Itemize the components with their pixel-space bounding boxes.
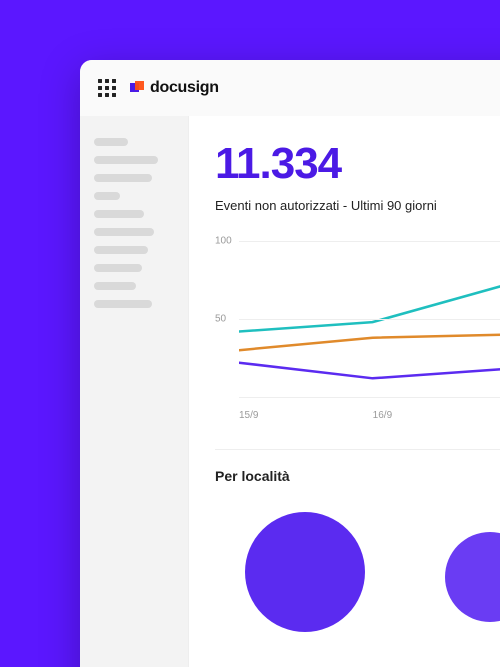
bubble-small bbox=[445, 532, 500, 622]
chart-y-tick: 50 bbox=[215, 314, 226, 325]
sidebar-skeleton-line bbox=[94, 246, 148, 254]
chart-series-purple bbox=[239, 363, 500, 379]
sidebar-skeleton-line bbox=[94, 156, 158, 164]
bubble-large bbox=[245, 512, 365, 632]
brand-mark-icon bbox=[130, 81, 144, 95]
sidebar-skeleton-line bbox=[94, 282, 136, 290]
sidebar bbox=[80, 116, 188, 667]
app-window: docusign 11.334 Eventi non autorizzati -… bbox=[80, 60, 500, 667]
chart-y-tick: 100 bbox=[215, 236, 232, 247]
chart-x-tick: 15/9 bbox=[239, 410, 373, 421]
apps-grid-icon[interactable] bbox=[98, 79, 116, 97]
sidebar-skeleton-line bbox=[94, 264, 142, 272]
sidebar-skeleton-line bbox=[94, 192, 120, 200]
sidebar-skeleton-line bbox=[94, 138, 128, 146]
sidebar-skeleton-line bbox=[94, 174, 152, 182]
sidebar-skeleton-line bbox=[94, 210, 144, 218]
brand-logo[interactable]: docusign bbox=[130, 79, 219, 97]
chart-gridline bbox=[239, 241, 500, 242]
main-content: 11.334 Eventi non autorizzati - Ultimi 9… bbox=[188, 116, 500, 667]
per-localita-title: Per località bbox=[215, 468, 500, 484]
brand-name: docusign bbox=[150, 79, 219, 97]
chart-gridline bbox=[239, 319, 500, 320]
per-localita-card: Per località bbox=[215, 449, 500, 642]
metric-value: 11.334 bbox=[215, 142, 500, 186]
events-line-chart: 15/916/917/9 10050 bbox=[215, 241, 500, 421]
chart-x-ticks: 15/916/917/9 bbox=[239, 410, 500, 421]
chart-x-tick: 16/9 bbox=[373, 410, 500, 421]
body: 11.334 Eventi non autorizzati - Ultimi 9… bbox=[80, 116, 500, 667]
sidebar-skeleton-line bbox=[94, 228, 154, 236]
sidebar-skeleton-line bbox=[94, 300, 152, 308]
metric-subtitle: Eventi non autorizzati - Ultimi 90 giorn… bbox=[215, 198, 500, 213]
chart-series-orange bbox=[239, 300, 500, 350]
topbar: docusign bbox=[80, 60, 500, 116]
bubble-chart bbox=[215, 502, 500, 642]
chart-baseline bbox=[239, 397, 500, 398]
